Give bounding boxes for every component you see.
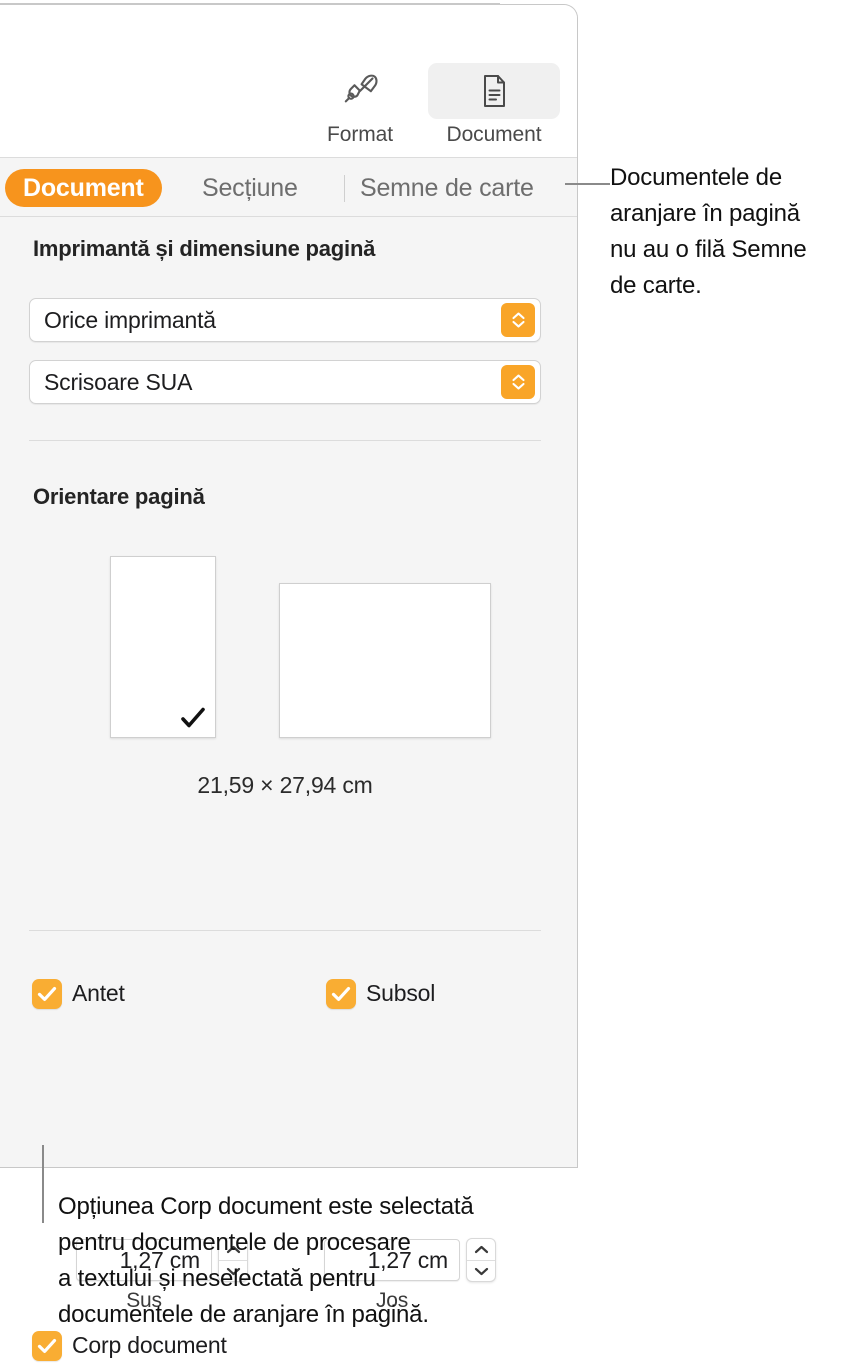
checkbox-antet[interactable] [32,979,62,1009]
toolbar-label-format: Format [327,123,393,146]
section-title-printer: Imprimantă și dimensiune pagină [33,236,376,261]
format-inspector-panel: Format Document Document Secțiune Semne … [0,4,578,1361]
printer-popup-chevrons[interactable] [501,303,535,337]
checkmark-icon [178,703,208,733]
inspector-tab-bar: Document Secțiune Semne de carte [0,157,577,217]
callout-bottom-line-1: Opțiunea Corp document este selectată [58,1193,474,1220]
inspector-toolbar: Format Document [0,5,577,157]
tab-document[interactable]: Document [5,169,162,207]
callout-top-line-2: aranjare în pagină [610,200,800,227]
toolbar-button-document[interactable]: Document [428,63,560,147]
document-icon [428,63,560,119]
callout-leader-line-top [565,183,610,185]
tab-semne-de-carte[interactable]: Semne de carte [360,169,534,207]
callout-top-line-4: de carte. [610,272,702,299]
inspector-body: Imprimantă și dimensiune pagină Orice im… [0,217,577,1361]
orientation-landscape-option[interactable] [279,583,491,738]
callout-bottom-line-2: pentru documentele de procesare [58,1229,411,1256]
callout-bottom-line-4: documentele de aranjare în pagină. [58,1301,429,1328]
checkbox-corp-document[interactable] [32,1331,62,1361]
tab-sectiune[interactable]: Secțiune [202,169,298,207]
label-corp-document: Corp document [72,1332,227,1358]
chevron-up-icon [511,312,525,320]
section-title-orientation: Orientare pagină [33,484,205,509]
paintbrush-icon [294,63,426,119]
tab-separator [344,175,345,202]
page-size-popup-value: Scrisoare SUA [44,369,193,395]
toolbar-label-document: Document [446,123,542,146]
callout-text-top: Documentele de aranjare în pagină nu au … [610,160,862,304]
page-size-popup-chevrons[interactable] [501,365,535,399]
callout-leader-line-bottom [42,1145,44,1223]
callout-text-bottom: Opțiunea Corp document este selectată pe… [58,1189,618,1333]
checkbox-subsol[interactable] [326,979,356,1009]
chevron-down-icon [511,320,525,328]
page-dimensions-label: 21,59 × 27,94 cm [197,772,373,798]
callout-bottom-line-3: a textului și neselectată pentru [58,1265,376,1292]
chevron-up-icon [511,374,525,382]
label-subsol: Subsol [366,980,436,1006]
printer-popup-value: Orice imprimantă [44,307,216,333]
orientation-portrait-option[interactable] [110,556,216,738]
page-size-popup-button[interactable]: Scrisoare SUA [29,360,541,404]
toolbar-button-format[interactable]: Format [294,63,426,147]
chevron-down-icon [511,382,525,390]
printer-popup-button[interactable]: Orice imprimantă [29,298,541,342]
callout-top-line-1: Documentele de [610,164,782,191]
callout-top-line-3: nu au o filă Semne [610,236,807,263]
label-antet: Antet [72,980,125,1006]
section-divider [29,930,541,931]
section-divider [29,440,541,441]
